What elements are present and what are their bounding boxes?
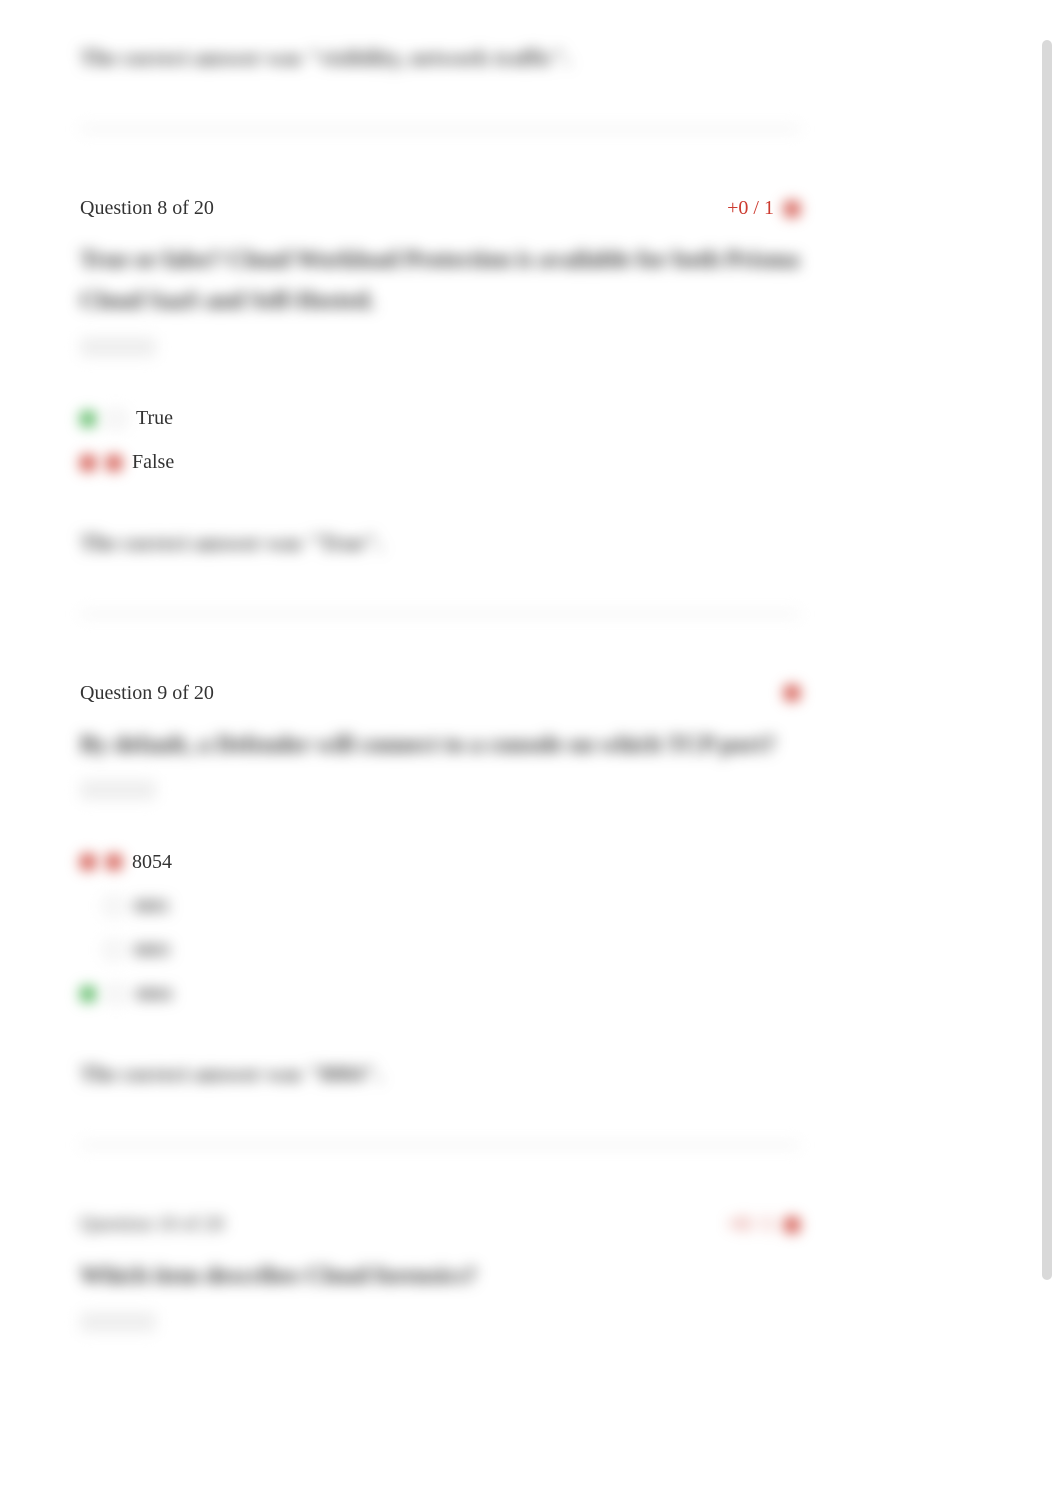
option-a[interactable]: 8054 xyxy=(80,840,800,884)
radio-selected-wrong-icon xyxy=(106,455,122,471)
question-prompt: True or false? Cloud Workload Protection… xyxy=(80,240,800,322)
radio-unchecked-icon xyxy=(106,985,126,1003)
question-prompt: By default, a Defender will connect to a… xyxy=(80,725,800,766)
divider xyxy=(80,126,800,132)
options-q8: True False xyxy=(80,397,800,485)
question-score: +0 / 1 xyxy=(727,1213,800,1236)
radio-unchecked-icon xyxy=(104,941,124,959)
question-number: Question 9 of 20 xyxy=(80,682,214,705)
radio-unchecked-icon xyxy=(106,410,126,428)
radio-selected-wrong-icon xyxy=(106,854,122,870)
question-header-8: Question 8 of 20 +0 / 1 xyxy=(80,197,800,220)
divider xyxy=(80,611,800,617)
options-q9: 8054 8081 8083 8084 xyxy=(80,840,800,1016)
option-true[interactable]: True xyxy=(80,397,800,441)
quiz-content: The correct answer was "visibility, netw… xyxy=(80,0,800,1337)
tag-pill xyxy=(80,337,156,357)
question-score: +0 / 1 xyxy=(727,197,800,220)
tag-pill xyxy=(80,780,156,800)
question-feedback: The correct answer was "True". xyxy=(80,530,800,556)
marker-wrong-icon xyxy=(80,854,96,870)
option-label: 8054 xyxy=(132,851,172,874)
status-dot-red xyxy=(784,201,800,217)
score-text: +0 / 1 xyxy=(727,1213,774,1236)
marker-wrong-icon xyxy=(80,455,96,471)
page: The correct answer was "visibility, netw… xyxy=(0,0,1062,1504)
question-score xyxy=(784,685,800,701)
divider xyxy=(80,1142,800,1148)
option-c[interactable]: 8083 xyxy=(80,928,800,972)
question-number: Question 8 of 20 xyxy=(80,197,214,220)
status-dot-red xyxy=(784,1217,800,1233)
question-header-9: Question 9 of 20 xyxy=(80,682,800,705)
option-label: 8084 xyxy=(136,984,172,1005)
option-b[interactable]: 8081 xyxy=(80,884,800,928)
question-prompt: Which item describes Cloud forensics? xyxy=(80,1256,800,1297)
tag-pill xyxy=(80,1312,156,1332)
option-d[interactable]: 8084 xyxy=(80,972,800,1016)
score-text: +0 / 1 xyxy=(727,197,774,220)
option-false[interactable]: False xyxy=(80,441,800,485)
radio-unchecked-icon xyxy=(104,897,124,915)
marker-correct-icon xyxy=(80,986,96,1002)
option-label: 8081 xyxy=(134,896,170,917)
status-dot-red xyxy=(784,685,800,701)
question-header-10: Question 10 of 20 +0 / 1 xyxy=(80,1213,800,1236)
option-label: 8083 xyxy=(134,940,170,961)
marker-correct-icon xyxy=(80,411,96,427)
scrollbar[interactable] xyxy=(1042,40,1052,1280)
option-label: True xyxy=(136,407,173,430)
question-number: Question 10 of 20 xyxy=(80,1213,224,1236)
question-feedback: The correct answer was "8084". xyxy=(80,1061,800,1087)
feedback-prev: The correct answer was "visibility, netw… xyxy=(80,45,800,71)
option-label: False xyxy=(132,451,174,474)
